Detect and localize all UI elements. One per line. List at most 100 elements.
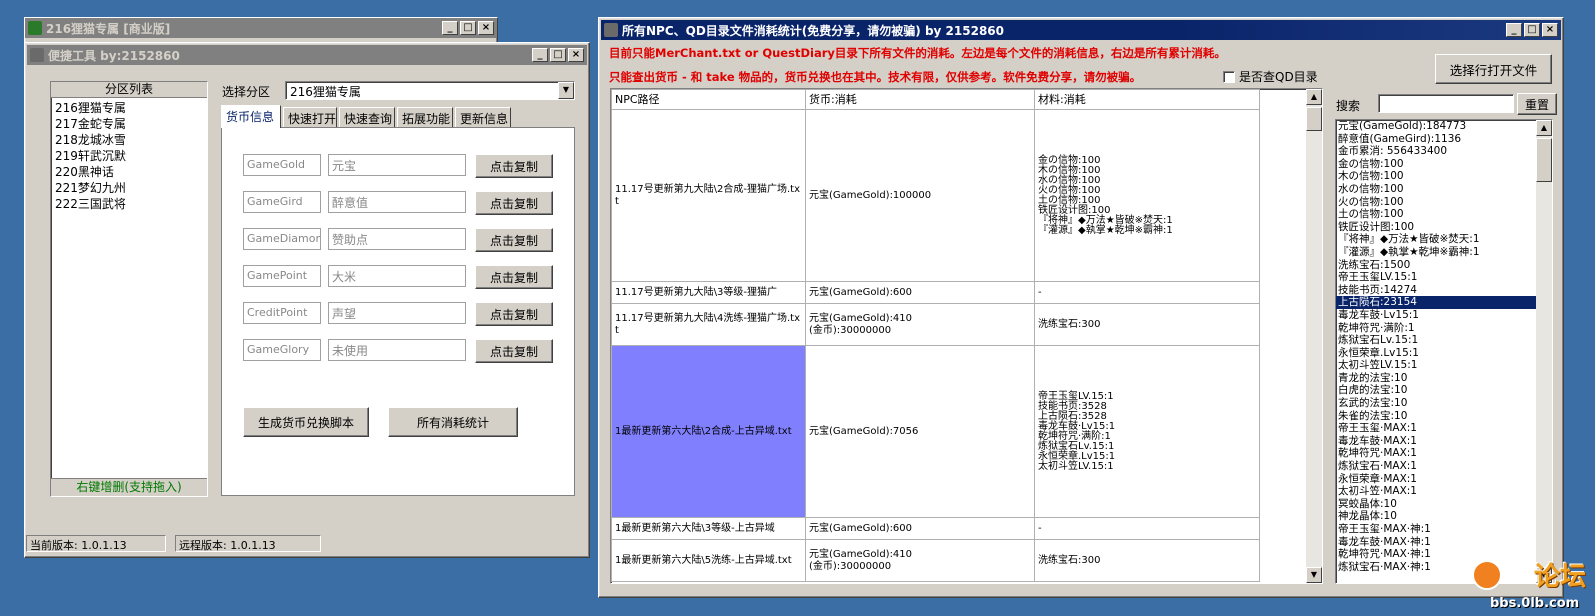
minimize-icon[interactable]: _: [532, 48, 548, 62]
table-row[interactable]: 11.17号更新第九大陆\2合成-狸猫广场.txt 元宝(GameGold):10…: [611, 109, 1260, 282]
qd-checkbox[interactable]: 是否查QD目录: [1223, 68, 1318, 85]
back-window-titlebar[interactable]: 216狸猫专属 [商业版] _ □ ×: [25, 18, 497, 38]
table-scrollbar[interactable]: ▲ ▼: [1306, 89, 1322, 583]
total-item[interactable]: 永恒荣章·MAX:1: [1336, 473, 1536, 486]
total-item[interactable]: 白虎的法宝:10: [1336, 384, 1536, 397]
currency-name-field[interactable]: 赞助点: [328, 228, 466, 250]
copy-button[interactable]: 点击复制: [475, 265, 553, 289]
tab-3[interactable]: 拓展功能: [397, 107, 453, 127]
stats-window-titlebar[interactable]: 所有NPC、QD目录文件消耗统计(免费分享，请勿被骗) by 2152860 _…: [601, 20, 1561, 40]
total-item[interactable]: 神龙晶体:10: [1336, 510, 1536, 523]
chevron-down-icon[interactable]: ▼: [558, 82, 574, 99]
totals-scrollbar[interactable]: ▲ ▼: [1536, 120, 1552, 583]
column-header[interactable]: 货币:消耗: [805, 89, 1035, 110]
tab-2[interactable]: 快速查询: [339, 107, 395, 127]
all-stats-button[interactable]: 所有消耗统计: [388, 407, 518, 437]
total-item[interactable]: 元宝(GameGold):184773: [1336, 120, 1536, 133]
currency-code-field[interactable]: CreditPoint: [243, 302, 321, 324]
maximize-icon[interactable]: □: [460, 21, 476, 35]
open-file-button[interactable]: 选择行打开文件: [1435, 54, 1552, 84]
currency-name-field[interactable]: 醉意值: [328, 191, 466, 213]
stats-table[interactable]: NPC路径 货币:消耗 材料:消耗 11.17号更新第九大陆\2合成-狸猫广场.tx…: [611, 89, 1260, 582]
total-item[interactable]: 帝王玉玺LV.15:1: [1336, 271, 1536, 284]
currency-code-field[interactable]: GameDiamond: [243, 228, 321, 250]
copy-button[interactable]: 点击复制: [475, 302, 553, 326]
partition-select[interactable]: 216狸猫专属 ▼: [285, 81, 575, 100]
total-item[interactable]: 上古陨石:23154: [1336, 296, 1536, 309]
table-row[interactable]: 1最新更新第六大陆\5洗练-上古异域.txt 元宝(GameGold):410 (金…: [611, 539, 1260, 582]
minimize-icon[interactable]: _: [442, 21, 458, 35]
scroll-thumb[interactable]: [1306, 107, 1322, 131]
table-row[interactable]: 1最新更新第六大陆\2合成-上古异域.txt 元宝(GameGold):7056 帝…: [611, 345, 1260, 518]
close-icon[interactable]: ×: [478, 21, 494, 35]
total-item[interactable]: 太初斗笠LV.15:1: [1336, 359, 1536, 372]
close-icon[interactable]: ×: [1542, 23, 1558, 37]
partition-item[interactable]: 216狸猫专属: [55, 100, 203, 116]
search-input[interactable]: [1378, 94, 1514, 113]
totals-list[interactable]: 元宝(GameGold):184773 醉意值(GameGird):1136 金币累…: [1336, 120, 1536, 573]
copy-button[interactable]: 点击复制: [475, 339, 553, 363]
total-item[interactable]: 乾坤符咒·满阶:1: [1336, 322, 1536, 335]
total-item[interactable]: 『将神』◆万法★皆破※焚天:1: [1336, 233, 1536, 246]
total-item[interactable]: 冥蛟晶体:10: [1336, 498, 1536, 511]
partition-item[interactable]: 218龙城冰雪: [55, 132, 203, 148]
total-item[interactable]: 火の信物:100: [1336, 196, 1536, 209]
total-item[interactable]: 炼狱宝石Lv.15:1: [1336, 334, 1536, 347]
total-item[interactable]: 青龙的法宝:10: [1336, 372, 1536, 385]
partition-list-footer[interactable]: 右键增删(支持拖入): [51, 478, 207, 496]
total-item[interactable]: 永恒荣章.Lv15:1: [1336, 347, 1536, 360]
partition-item[interactable]: 217金蛇专属: [55, 116, 203, 132]
column-header[interactable]: 材料:消耗: [1034, 89, 1260, 110]
partition-item[interactable]: 219轩武沉默: [55, 148, 203, 164]
currency-code-field[interactable]: GamePoint: [243, 265, 321, 287]
total-item[interactable]: 技能书页:14274: [1336, 284, 1536, 297]
maximize-icon[interactable]: □: [1524, 23, 1540, 37]
currency-code-field[interactable]: GameGold: [243, 154, 321, 176]
tab-4[interactable]: 更新信息: [455, 107, 511, 127]
maximize-icon[interactable]: □: [550, 48, 566, 62]
column-header[interactable]: NPC路径: [611, 89, 806, 110]
tab-1[interactable]: 快速打开: [283, 107, 337, 127]
total-item[interactable]: 炼狱宝石·MAX:1: [1336, 460, 1536, 473]
total-item[interactable]: 木の信物:100: [1336, 170, 1536, 183]
total-item[interactable]: 土の信物:100: [1336, 208, 1536, 221]
total-item[interactable]: 乾坤符咒·MAX:1: [1336, 447, 1536, 460]
total-item[interactable]: 帝王玉玺·MAX·神:1: [1336, 523, 1536, 536]
tab-0[interactable]: 货币信息: [221, 105, 281, 128]
checkbox-box[interactable]: [1223, 70, 1235, 83]
minimize-icon[interactable]: _: [1506, 23, 1522, 37]
total-item[interactable]: 水の信物:100: [1336, 183, 1536, 196]
total-item[interactable]: 洗练宝石:1500: [1336, 259, 1536, 272]
table-row[interactable]: 11.17号更新第九大陆\3等级-狸猫广 元宝(GameGold):600 -: [611, 281, 1260, 304]
partition-item[interactable]: 221梦幻九州: [55, 180, 203, 196]
tool-window-titlebar[interactable]: 便捷工具 by:2152860 _ □ ×: [27, 45, 587, 65]
currency-name-field[interactable]: 元宝: [328, 154, 466, 176]
currency-name-field[interactable]: 大米: [328, 265, 466, 287]
scroll-up-icon[interactable]: ▲: [1306, 89, 1322, 105]
total-item[interactable]: 醉意值(GameGird):1136: [1336, 133, 1536, 146]
copy-button[interactable]: 点击复制: [475, 228, 553, 252]
total-item[interactable]: 金币累消: 556433400: [1336, 145, 1536, 158]
scroll-down-icon[interactable]: ▼: [1306, 567, 1322, 583]
scroll-thumb[interactable]: [1536, 138, 1552, 182]
total-item[interactable]: 朱雀的法宝:10: [1336, 410, 1536, 423]
gen-script-button[interactable]: 生成货币兑换脚本: [243, 407, 369, 437]
scroll-up-icon[interactable]: ▲: [1536, 120, 1552, 136]
copy-button[interactable]: 点击复制: [475, 191, 553, 215]
table-row[interactable]: 11.17号更新第九大陆\4洗练-狸猫广场.txt 元宝(GameGold):41…: [611, 303, 1260, 346]
partition-item[interactable]: 220黑神话: [55, 164, 203, 180]
total-item[interactable]: 玄武的法宝:10: [1336, 397, 1536, 410]
total-item[interactable]: 太初斗笠·MAX:1: [1336, 485, 1536, 498]
currency-code-field[interactable]: GameGlory: [243, 339, 321, 361]
total-item[interactable]: 铁匠设计图:100: [1336, 221, 1536, 234]
currency-name-field[interactable]: 未使用: [328, 339, 466, 361]
total-item[interactable]: 『灌源』◆執掌★乾坤※霸神:1: [1336, 246, 1536, 259]
total-item[interactable]: 毒龙车鼓·Lv15:1: [1336, 309, 1536, 322]
total-item[interactable]: 帝王玉玺·MAX:1: [1336, 422, 1536, 435]
currency-name-field[interactable]: 声望: [328, 302, 466, 324]
reset-button[interactable]: 重置: [1517, 93, 1557, 115]
total-item[interactable]: 金の信物:100: [1336, 158, 1536, 171]
partition-list[interactable]: 216狸猫专属 217金蛇专属 218龙城冰雪 219轩武沉默 220黑神话 221梦幻九…: [55, 100, 203, 212]
table-row[interactable]: 1最新更新第六大陆\3等级-上古异域 元宝(GameGold):600 -: [611, 517, 1260, 540]
copy-button[interactable]: 点击复制: [475, 154, 553, 178]
